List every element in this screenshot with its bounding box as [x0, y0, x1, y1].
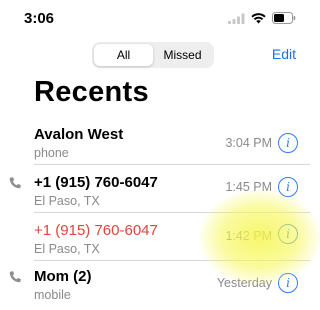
page-title: Recents — [34, 76, 149, 108]
caller-label: El Paso, TX — [34, 194, 100, 208]
wifi-icon — [251, 12, 266, 24]
caller-name: +1 (915) 760-6047 — [34, 222, 158, 239]
info-icon[interactable]: i — [278, 177, 298, 197]
divider — [34, 260, 310, 261]
divider — [34, 212, 310, 213]
cellular-signal-icon — [228, 13, 245, 24]
call-time: Yesterday — [216, 276, 272, 290]
call-time: 1:45 PM — [225, 180, 272, 194]
status-icons — [228, 12, 296, 24]
edit-button[interactable]: Edit — [272, 46, 296, 62]
info-icon[interactable]: i — [278, 133, 298, 153]
status-time: 3:06 — [24, 10, 55, 27]
call-row[interactable]: Mom (2) mobile Yesterday i — [0, 266, 310, 310]
tab-all[interactable]: All — [94, 44, 153, 66]
caller-name: +1 (915) 760-6047 — [34, 174, 158, 191]
tab-missed[interactable]: Missed — [153, 44, 212, 66]
caller-name: Avalon West — [34, 126, 124, 143]
caller-label: mobile — [34, 288, 71, 302]
status-bar: 3:06 — [0, 0, 310, 36]
outgoing-call-icon — [8, 176, 22, 195]
battery-icon — [272, 12, 296, 24]
recents-filter: All Missed — [92, 42, 214, 68]
call-time: 1:42 PM — [225, 229, 272, 243]
divider — [34, 164, 310, 165]
caller-label: phone — [34, 146, 69, 160]
info-icon[interactable]: i — [278, 224, 298, 244]
outgoing-call-icon — [8, 270, 22, 289]
caller-label: El Paso, TX — [34, 242, 100, 256]
caller-name: Mom (2) — [34, 268, 92, 285]
info-icon[interactable]: i — [278, 273, 298, 293]
call-time: 3:04 PM — [225, 136, 272, 150]
